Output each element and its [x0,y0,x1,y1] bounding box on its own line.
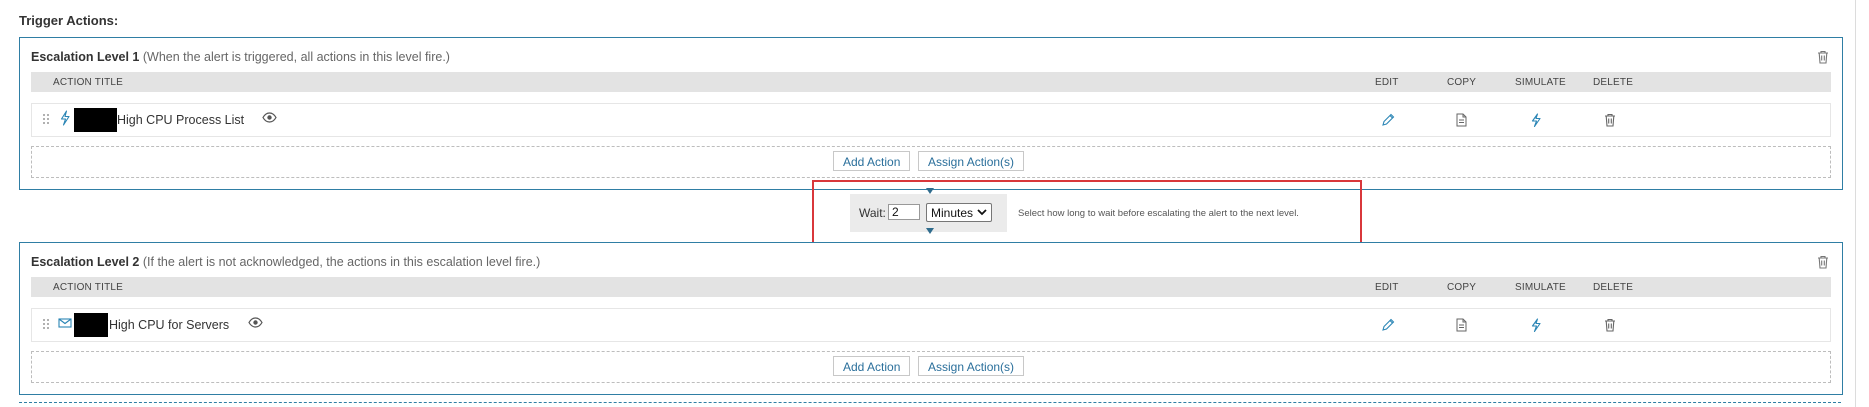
level-description: (If the alert is not acknowledged, the a… [142,255,541,269]
delete-level-icon[interactable] [1816,50,1830,64]
grid-header: ACTION TITLE EDIT COPY SIMULATE DELETE [31,72,1831,92]
level-name: Escalation Level 1 [31,50,140,64]
eye-icon[interactable] [262,112,277,123]
lightning-icon [60,110,70,126]
column-copy: COPY [1447,77,1477,88]
level-header: Escalation Level 2 (If the alert is not … [31,255,540,269]
column-edit: EDIT [1375,77,1399,88]
level-name: Escalation Level 2 [31,255,140,269]
column-action-title: ACTION TITLE [53,77,124,88]
grid-header: ACTION TITLE EDIT COPY SIMULATE DELETE [31,277,1831,297]
copy-icon[interactable] [1454,113,1468,127]
column-action-title: ACTION TITLE [53,282,124,293]
assign-actions-button[interactable]: Assign Action(s) [918,151,1025,171]
add-action-button[interactable]: Add Action [833,151,911,171]
simulate-lightning-icon[interactable] [1529,318,1543,332]
action-title[interactable]: High CPU Process List [117,113,244,127]
edit-icon[interactable] [1381,318,1395,332]
simulate-lightning-icon[interactable] [1529,113,1543,127]
drop-zone[interactable]: Add Action Assign Action(s) [31,146,1831,178]
action-row[interactable]: High CPU for Servers [31,308,1831,342]
escalation-level-2: Escalation Level 2 (If the alert is not … [19,242,1843,395]
action-row[interactable]: High CPU Process List [31,103,1831,137]
eye-icon[interactable] [248,317,263,328]
column-simulate: SIMULATE [1515,282,1566,293]
column-delete: DELETE [1593,282,1634,293]
column-simulate: SIMULATE [1515,77,1566,88]
delete-level-icon[interactable] [1816,255,1830,269]
drag-handle-icon[interactable] [42,112,50,126]
add-action-button[interactable]: Add Action [833,356,911,376]
redacted-block [74,313,108,337]
assign-actions-button[interactable]: Assign Action(s) [918,356,1025,376]
level-header: Escalation Level 1 (When the alert is tr… [31,50,450,64]
escalation-level-1: Escalation Level 1 (When the alert is tr… [19,37,1843,190]
delete-action-icon[interactable] [1603,318,1617,332]
scrollbar-track[interactable] [1855,0,1856,407]
column-delete: DELETE [1593,77,1634,88]
section-title: Trigger Actions: [19,13,119,28]
edit-icon[interactable] [1381,113,1395,127]
redacted-block [74,108,117,132]
level-description: (When the alert is triggered, all action… [142,50,450,64]
next-level-border [19,402,1841,403]
delete-action-icon[interactable] [1603,113,1617,127]
action-title[interactable]: High CPU for Servers [109,318,229,332]
email-icon [58,318,72,328]
copy-icon[interactable] [1454,318,1468,332]
drag-handle-icon[interactable] [42,317,50,331]
drop-zone[interactable]: Add Action Assign Action(s) [31,351,1831,383]
column-copy: COPY [1447,282,1477,293]
column-edit: EDIT [1375,282,1399,293]
highlight-box [812,180,1362,248]
